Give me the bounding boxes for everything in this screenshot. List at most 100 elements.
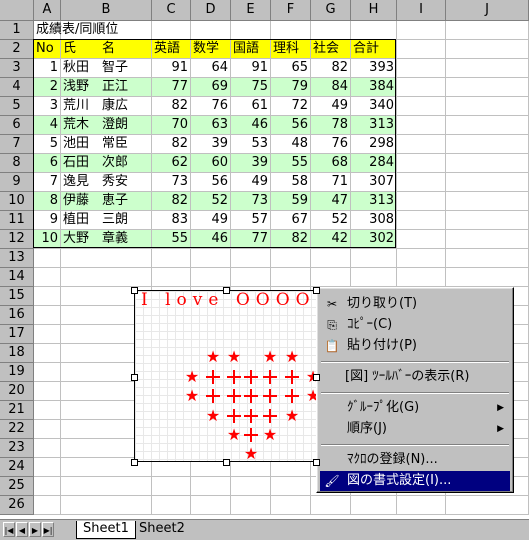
row-header[interactable]: 3 [0,59,34,78]
cell[interactable] [446,40,529,59]
column-header[interactable]: C [152,0,191,21]
cell[interactable] [61,477,152,496]
menu-item-toolbar[interactable]: [図] ﾂｰﾙﾊﾞｰの表示(R) [320,367,510,387]
cell[interactable] [397,78,446,97]
cell[interactable] [397,40,446,59]
resize-handle[interactable] [313,374,320,381]
cell[interactable] [397,21,446,40]
cell[interactable] [231,21,271,40]
menu-item-macro[interactable]: ﾏｸﾛの登録(N)... [320,450,510,470]
cell[interactable] [397,268,446,287]
cell[interactable] [34,496,61,515]
cell[interactable] [446,97,529,116]
cell[interactable] [191,496,231,515]
cell[interactable] [311,21,351,40]
cell[interactable] [446,59,529,78]
cell[interactable] [271,21,311,40]
column-header[interactable]: E [231,0,271,21]
context-menu[interactable]: ✂ 切り取り(T) ⎘ ｺﾋﾟｰ(C) 📋 貼り付け(P) [図] ﾂｰﾙﾊﾞｰの表示… [316,287,514,493]
cell[interactable] [61,268,152,287]
row-header[interactable]: 14 [0,268,34,287]
next-sheet-button[interactable]: ▶ [29,522,41,537]
cell[interactable] [152,496,191,515]
prev-sheet-button[interactable]: ◀ [16,522,28,537]
row-header[interactable]: 10 [0,192,34,211]
cell[interactable] [446,268,529,287]
row-header[interactable]: 2 [0,40,34,59]
cell[interactable] [34,268,61,287]
heart-picture[interactable]: I love OOOO ★★★★★★★★★★★★★ [134,290,320,462]
cell[interactable] [446,230,529,249]
cell[interactable] [446,173,529,192]
row-header[interactable]: 26 [0,496,34,515]
select-all-corner[interactable] [0,0,34,21]
menu-item-order[interactable]: 順序(J) ▶ [320,419,510,439]
cell[interactable] [446,21,529,40]
row-header[interactable]: 18 [0,344,34,363]
cell[interactable] [271,249,311,268]
cell[interactable] [191,268,231,287]
cell[interactable] [397,154,446,173]
resize-handle[interactable] [313,287,320,294]
cell[interactable] [191,249,231,268]
cell[interactable] [34,306,61,325]
cell[interactable] [34,420,61,439]
cell[interactable] [34,439,61,458]
column-header[interactable]: B [61,0,152,21]
resize-handle[interactable] [223,287,230,294]
cell[interactable] [152,249,191,268]
cell[interactable] [446,249,529,268]
cell[interactable] [397,496,446,515]
column-header[interactable]: I [397,0,446,21]
cell[interactable] [61,496,152,515]
cell[interactable] [271,477,311,496]
cell[interactable] [152,477,191,496]
row-header[interactable]: 1 [0,21,34,40]
menu-item-paste[interactable]: 📋 貼り付け(P) [320,336,510,356]
cell[interactable] [351,496,397,515]
cell[interactable] [34,344,61,363]
resize-handle[interactable] [131,459,138,466]
column-header[interactable]: H [351,0,397,21]
tab-sheet2[interactable]: Sheet2 [133,521,191,538]
cell[interactable] [397,211,446,230]
cell[interactable] [446,116,529,135]
row-header[interactable]: 15 [0,287,34,306]
cell[interactable] [446,192,529,211]
cell[interactable] [61,249,152,268]
cell[interactable] [34,287,61,306]
row-header[interactable]: 9 [0,173,34,192]
cell[interactable] [397,59,446,78]
cell[interactable] [351,21,397,40]
resize-handle[interactable] [223,459,230,466]
row-header[interactable]: 5 [0,97,34,116]
cell[interactable] [34,401,61,420]
cell[interactable] [351,268,397,287]
row-header[interactable]: 7 [0,135,34,154]
cell[interactable] [311,249,351,268]
row-header[interactable]: 16 [0,306,34,325]
cell[interactable] [311,496,351,515]
row-header[interactable]: 13 [0,249,34,268]
cell[interactable] [446,154,529,173]
first-sheet-button[interactable]: |◀ [3,522,15,537]
column-header[interactable]: D [191,0,231,21]
row-header[interactable]: 11 [0,211,34,230]
cell[interactable] [397,116,446,135]
cell[interactable] [446,496,529,515]
row-header[interactable]: 6 [0,116,34,135]
cell[interactable] [231,477,271,496]
cell[interactable] [351,249,397,268]
cell[interactable] [397,249,446,268]
cell[interactable] [191,477,231,496]
column-header[interactable]: A [34,0,61,21]
cell[interactable] [231,249,271,268]
row-header[interactable]: 24 [0,458,34,477]
menu-item-group[interactable]: ｸﾞﾙｰﾌﾟ化(G) ▶ [320,398,510,418]
cell[interactable] [446,78,529,97]
cell[interactable] [271,268,311,287]
cell[interactable] [397,173,446,192]
resize-handle[interactable] [131,374,138,381]
resize-handle[interactable] [313,459,320,466]
cell[interactable] [152,268,191,287]
